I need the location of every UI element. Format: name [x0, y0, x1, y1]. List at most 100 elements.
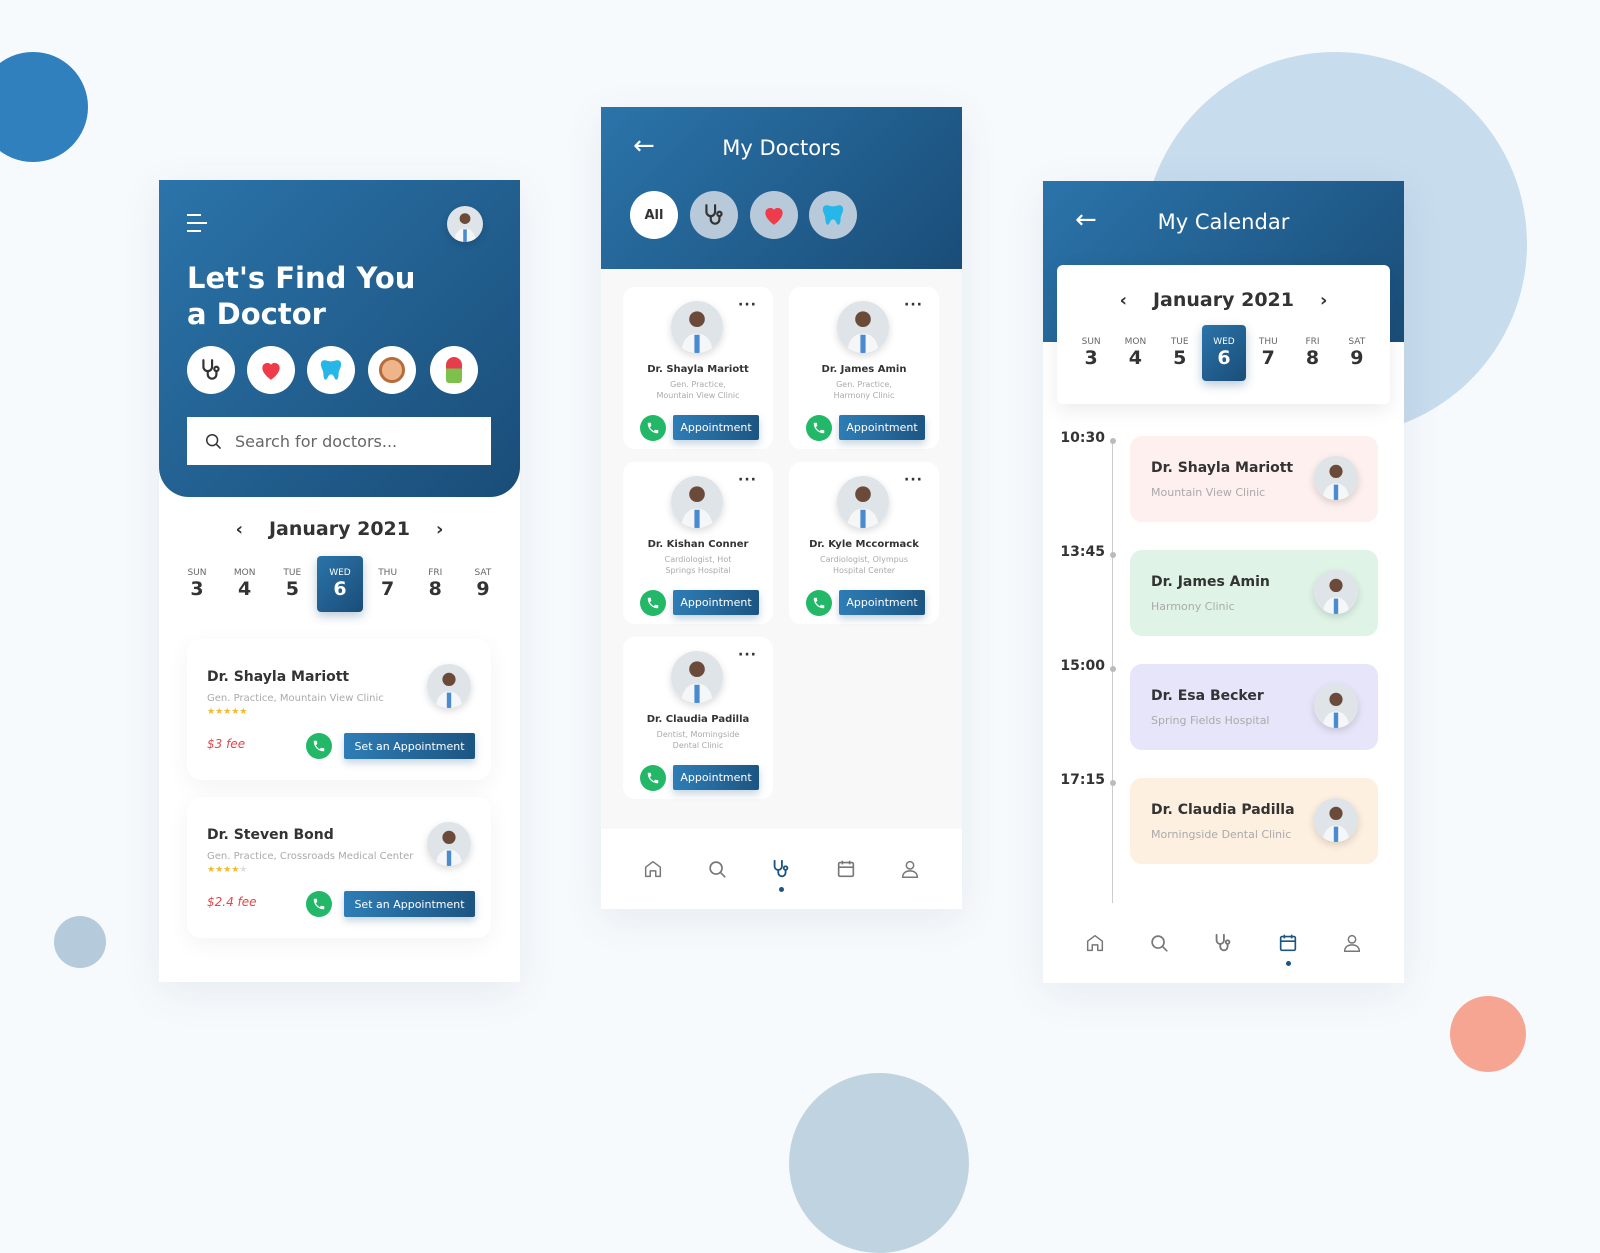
day-9[interactable]: SAT 9 — [460, 556, 506, 612]
day-name: WED — [1213, 337, 1235, 347]
search-input[interactable]: Search for doctors... — [187, 417, 491, 465]
doctor-card[interactable]: ··· Dr. Claudia Padilla Dentist, Morning… — [623, 637, 773, 799]
more-options-icon[interactable]: ··· — [904, 472, 923, 488]
chevron-left-icon[interactable]: ‹ — [236, 519, 243, 540]
day-6[interactable]: WED 6 — [1201, 325, 1247, 381]
appointment-card[interactable]: Dr. Shayla Mariott Mountain View Clinic — [1130, 436, 1378, 522]
active-indicator — [1285, 961, 1291, 966]
nav-doctors[interactable] — [1208, 928, 1238, 958]
calendar-card: ‹ January 2021 › SUN 3 MON 4 TUE 5 WED 6 THU 7 FRI… — [1057, 265, 1390, 404]
day-5[interactable]: TUE 5 — [269, 556, 315, 612]
doctor-card[interactable]: ··· Dr. James Amin Gen. Practice, Harmony… — [789, 287, 939, 449]
appointment-card[interactable]: Dr. Esa Becker Spring Fields Hospital — [1130, 664, 1378, 750]
doctor-card[interactable]: ··· Dr. Kyle Mccormack Cardiologist, Oly… — [789, 462, 939, 624]
day-9[interactable]: SAT 9 — [1335, 325, 1379, 381]
doctor-name: Dr. Claudia Padilla — [646, 714, 750, 725]
category-heart[interactable] — [247, 346, 295, 394]
category-tooth[interactable] — [307, 346, 355, 394]
tooth-icon — [318, 357, 344, 383]
nav-calendar[interactable] — [831, 854, 861, 884]
set-appointment-button[interactable]: Set an Appointment — [344, 733, 475, 759]
call-button[interactable] — [640, 415, 666, 441]
doctor-card[interactable]: Dr. Steven Bond Gen. Practice, Crossroad… — [187, 797, 491, 938]
doctor-name: Dr. Kishan Conner — [647, 539, 749, 550]
nav-profile[interactable] — [895, 854, 925, 884]
filter-all[interactable]: All — [630, 191, 678, 239]
doctor-card[interactable]: ··· Dr. Shayla Mariott Gen. Practice, Mou… — [623, 287, 773, 449]
appointment-button[interactable]: Appointment — [839, 590, 925, 615]
menu-icon[interactable] — [187, 214, 207, 232]
header: ← My Doctors All — [601, 107, 962, 269]
call-button[interactable] — [306, 891, 332, 917]
day-6[interactable]: WED 6 — [316, 556, 363, 612]
specialty-line: Mountain View Clinic — [656, 391, 740, 400]
appointment-card[interactable]: Dr. Claudia Padilla Morningside Dental C… — [1130, 778, 1378, 864]
category-baby[interactable] — [368, 346, 416, 394]
appointment-button[interactable]: Appointment — [673, 590, 759, 615]
day-3[interactable]: SUN 3 — [174, 556, 220, 612]
day-name: SAT — [1348, 337, 1366, 347]
bottom-nav — [601, 829, 962, 909]
call-button[interactable] — [640, 590, 666, 616]
appointment-button[interactable]: Appointment — [673, 415, 759, 440]
more-options-icon[interactable]: ··· — [738, 297, 757, 313]
nav-home[interactable] — [638, 854, 668, 884]
appointment-button[interactable]: Appointment — [673, 765, 759, 790]
day-7[interactable]: THU 7 — [365, 556, 411, 612]
day-5[interactable]: TUE 5 — [1158, 325, 1202, 381]
search-icon — [1148, 932, 1170, 954]
call-button[interactable] — [306, 733, 332, 759]
set-appointment-button[interactable]: Set an Appointment — [344, 891, 475, 917]
nav-profile[interactable] — [1337, 928, 1367, 958]
filter-stethoscope[interactable] — [690, 191, 738, 239]
day-4[interactable]: MON 4 — [222, 556, 268, 612]
appointment-time: 17:15 — [1060, 772, 1105, 788]
chevron-right-icon[interactable]: › — [436, 519, 443, 540]
specialty-line: Springs Hospital — [665, 566, 731, 575]
day-number: 7 — [381, 578, 395, 600]
more-options-icon[interactable]: ··· — [738, 647, 757, 663]
day-number: 5 — [1173, 347, 1187, 369]
specialty-line: Harmony Clinic — [833, 391, 895, 400]
nav-home[interactable] — [1080, 928, 1110, 958]
day-number: 6 — [1217, 347, 1231, 369]
more-options-icon[interactable]: ··· — [738, 472, 757, 488]
appointment-time: 13:45 — [1060, 544, 1105, 560]
day-name: TUE — [283, 568, 302, 578]
nav-search[interactable] — [1144, 928, 1174, 958]
day-3[interactable]: SUN 3 — [1069, 325, 1113, 381]
phone-icon — [812, 596, 826, 610]
appointment-button[interactable]: Appointment — [839, 415, 925, 440]
day-7[interactable]: THU 7 — [1246, 325, 1290, 381]
doctor-specialty: Dentist, Morningside Dental Clinic — [623, 729, 773, 751]
doctor-card[interactable]: Dr. Shayla Mariott Gen. Practice, Mounta… — [187, 639, 491, 780]
nav-calendar[interactable] — [1273, 928, 1303, 966]
nav-search[interactable] — [702, 854, 732, 884]
call-button[interactable] — [806, 590, 832, 616]
day-4[interactable]: MON 4 — [1113, 325, 1157, 381]
day-8[interactable]: FRI 8 — [412, 556, 458, 612]
doctor-avatar — [427, 822, 471, 866]
filter-tooth[interactable] — [809, 191, 857, 239]
chevron-left-icon[interactable]: ‹ — [1120, 290, 1127, 311]
call-button[interactable] — [640, 765, 666, 791]
page-title: Let's Find You a Doctor — [187, 260, 415, 332]
category-woman[interactable] — [430, 346, 478, 394]
specialty-line: Cardiologist, Olympus — [819, 555, 908, 564]
appointment-card[interactable]: Dr. James Amin Harmony Clinic — [1130, 550, 1378, 636]
filter-heart[interactable] — [750, 191, 798, 239]
call-button[interactable] — [806, 415, 832, 441]
month-selector: ‹ January 2021 › — [159, 518, 520, 540]
user-avatar[interactable] — [447, 206, 483, 242]
doctor-name: Dr. Shayla Mariott — [1151, 460, 1294, 476]
category-stethoscope[interactable] — [187, 346, 235, 394]
day-8[interactable]: FRI 8 — [1290, 325, 1334, 381]
more-options-icon[interactable]: ··· — [904, 297, 923, 313]
doctor-avatar — [837, 301, 889, 353]
chevron-right-icon[interactable]: › — [1320, 290, 1327, 311]
doctor-avatar — [1314, 456, 1358, 500]
doctor-avatar — [671, 301, 723, 353]
nav-doctors[interactable] — [766, 854, 796, 892]
active-indicator — [779, 887, 785, 892]
doctor-card[interactable]: ··· Dr. Kishan Conner Cardiologist, Hot S… — [623, 462, 773, 624]
